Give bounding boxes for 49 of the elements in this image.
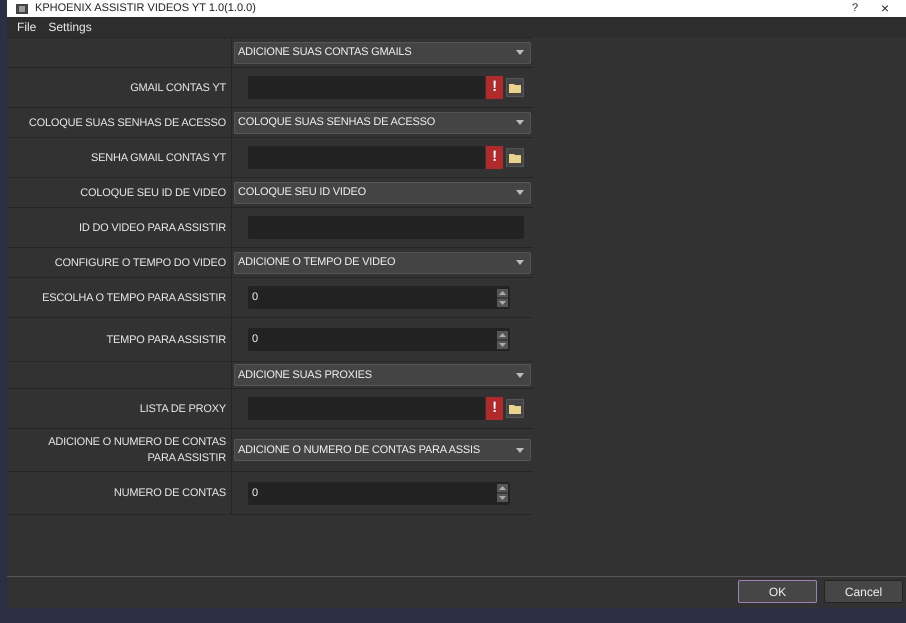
spin-box[interactable]: 0: [248, 286, 510, 309]
spin-box[interactable]: 0: [248, 482, 510, 504]
warning-badge: !: [486, 397, 503, 420]
field-label: GMAIL CONTAS YT: [130, 80, 226, 96]
menu-item[interactable]: Settings: [42, 18, 98, 36]
caret-icon: [516, 448, 524, 452]
spin-arrows-icon[interactable]: [497, 288, 508, 306]
dropdown[interactable]: ADICIONE O TEMPO DE VIDEO: [234, 252, 531, 274]
caret-icon: [516, 120, 524, 125]
field-label: COLOQUE SUAS SENHAS DE ACESSO: [28, 116, 226, 130]
field-label: ESCOLHA O TEMPO PARA ASSISTIR: [42, 290, 226, 306]
input-field[interactable]: [248, 397, 485, 420]
browse-button[interactable]: [506, 78, 524, 97]
app-icon: [15, 2, 29, 14]
browse-button[interactable]: [506, 399, 524, 418]
spin-arrows-icon[interactable]: [497, 484, 508, 502]
caret-icon: [516, 50, 524, 55]
input-field[interactable]: [248, 146, 485, 169]
warning-badge: !: [486, 76, 503, 99]
window-title: KPHOENIX ASSISTIR VIDEOS YT 1.0(1.0.0): [35, 1, 256, 16]
warning-badge: !: [486, 146, 503, 169]
folder-icon: [509, 404, 521, 414]
folder-icon: [509, 152, 521, 162]
close-button[interactable]: ×: [870, 0, 900, 19]
field-label: SENHA GMAIL CONTAS YT: [91, 150, 226, 166]
help-button[interactable]: ?: [840, 0, 870, 17]
field-label: TEMPO PARA ASSISTIR: [106, 332, 226, 348]
field-label: ADICIONE O NUMERO DE CONTAS PARA ASSISTIR: [47, 435, 226, 466]
field-label: COLOQUE SEU ID DE VIDEO: [80, 186, 226, 200]
dropdown[interactable]: COLOQUE SEU ID VIDEO: [234, 182, 531, 204]
browse-button[interactable]: [506, 148, 524, 167]
menu-item[interactable]: File: [11, 18, 42, 36]
dropdown[interactable]: COLOQUE SUAS SENHAS DE ACESSO: [234, 112, 531, 134]
field-label: NUMERO DE CONTAS: [114, 486, 226, 501]
dropdown[interactable]: ADICIONE SUAS CONTAS GMAILS: [234, 42, 531, 64]
ok-button[interactable]: OK: [738, 580, 817, 603]
dropdown[interactable]: ADICIONE SUAS PROXIES: [234, 364, 531, 386]
dropdown[interactable]: ADICIONE O NUMERO DE CONTAS PARA ASSIS: [234, 439, 531, 461]
spin-arrows-icon[interactable]: [497, 330, 508, 348]
folder-icon: [509, 82, 521, 92]
field-label: CONFIGURE O TEMPO DO VIDEO: [54, 256, 226, 270]
caret-icon: [516, 190, 524, 195]
field-label: ID DO VIDEO PARA ASSISTIR: [78, 220, 226, 236]
caret-icon: [516, 372, 524, 378]
spin-box[interactable]: 0: [248, 328, 510, 351]
cancel-button[interactable]: Cancel: [824, 580, 903, 603]
field-label: LISTA DE PROXY: [140, 402, 226, 416]
input-field[interactable]: [248, 76, 485, 99]
caret-icon: [516, 260, 524, 265]
